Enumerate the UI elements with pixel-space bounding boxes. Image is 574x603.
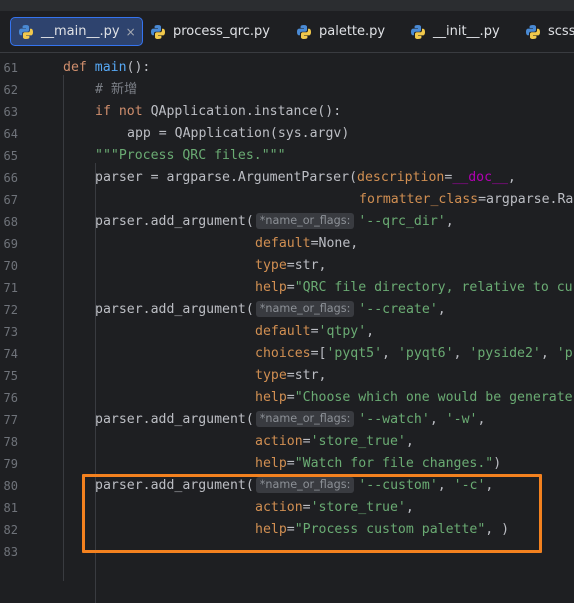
line-code: parser.add_argument(*name_or_flags: '--cr…: [95, 301, 446, 317]
line-number: 65: [3, 149, 18, 163]
code-line-71: 71 help="QRC file directory, relative to…: [0, 277, 574, 299]
line-code: formatter_class=argparse.Ra: [359, 192, 574, 207]
code-line-79: 79 help="Watch for file changes."): [0, 453, 574, 475]
line-code: help="Choose which one would be generate: [255, 390, 573, 405]
code-line-77: 77 parser.add_argument(*name_or_flags: '-…: [0, 409, 574, 431]
python-file-icon: [526, 24, 540, 39]
line-code: parser.add_argument(*name_or_flags: '--wa…: [95, 411, 486, 427]
line-number: 69: [3, 237, 18, 251]
line-code: help="Watch for file changes."): [255, 456, 502, 471]
editor-tab-bar: __main__.py × process_qrc.py palette.py …: [0, 11, 574, 53]
line-code: type=str,: [255, 258, 327, 273]
line-number: 66: [3, 171, 18, 185]
code-line-68: 68 parser.add_argument(*name_or_flags: '-…: [0, 211, 574, 233]
line-code: parser = argparse.ArgumentParser(descrip…: [95, 170, 516, 185]
parameter-hint: *name_or_flags:: [255, 213, 355, 229]
line-number: 79: [3, 457, 18, 471]
parameter-hint: *name_or_flags:: [255, 411, 355, 427]
tab-label: scss.: [548, 24, 574, 39]
line-number: 64: [3, 127, 18, 141]
python-file-icon: [19, 24, 33, 39]
line-number: 68: [3, 215, 18, 229]
line-number: 74: [3, 347, 18, 361]
line-code: action='store_true',: [255, 434, 414, 449]
code-line-69: 69 default=None,: [0, 233, 574, 255]
line-number: 70: [3, 259, 18, 273]
line-number: 76: [3, 391, 18, 405]
tab-scss[interactable]: scss.: [525, 17, 574, 46]
annotation-highlight-box: [82, 474, 542, 553]
line-number: 67: [3, 193, 18, 207]
line-number: 71: [3, 281, 18, 295]
line-number: 82: [3, 523, 18, 537]
line-code: def main():: [63, 60, 151, 75]
code-line-78: 78 action='store_true',: [0, 431, 574, 453]
code-line-76: 76 help="Choose which one would be gener…: [0, 387, 574, 409]
tab-main-py[interactable]: __main__.py ×: [10, 17, 143, 46]
tab-palette-py[interactable]: palette.py: [296, 17, 385, 46]
python-file-icon: [297, 24, 311, 39]
line-code: # 新增: [95, 82, 138, 97]
tab-init-py[interactable]: __init__.py: [410, 17, 500, 46]
parameter-hint: *name_or_flags:: [255, 301, 355, 317]
line-number: 81: [3, 501, 18, 515]
line-number: 62: [3, 83, 18, 97]
code-line-62: 62 # 新增: [0, 79, 574, 101]
tab-label: process_qrc.py: [173, 24, 270, 39]
python-file-icon: [151, 24, 165, 39]
line-code: default='qtpy',: [255, 324, 375, 339]
line-number: 73: [3, 325, 18, 339]
code-line-73: 73 default='qtpy',: [0, 321, 574, 343]
python-file-icon: [411, 24, 425, 39]
close-tab-icon[interactable]: ×: [126, 25, 136, 39]
line-code: type=str,: [255, 368, 327, 383]
line-number: 72: [3, 303, 18, 317]
code-line-64: 64 app = QApplication(sys.argv): [0, 123, 574, 145]
line-code: parser.add_argument(*name_or_flags: '--qr…: [95, 213, 454, 229]
code-line-74: 74 choices=['pyqt5', 'pyqt6', 'pyside2',…: [0, 343, 574, 365]
line-number: 78: [3, 435, 18, 449]
code-line-72: 72 parser.add_argument(*name_or_flags: '-…: [0, 299, 574, 321]
line-code: choices=['pyqt5', 'pyqt6', 'pyside2', 'p: [255, 346, 573, 361]
line-number: 77: [3, 413, 18, 427]
tab-process-qrc-py[interactable]: process_qrc.py: [150, 17, 270, 46]
code-line-75: 75 type=str,: [0, 365, 574, 387]
line-code: help="QRC file directory, relative to cu: [255, 280, 573, 295]
window-top-strip: [0, 0, 574, 11]
tab-label: palette.py: [319, 24, 386, 39]
line-code: app = QApplication(sys.argv): [127, 126, 350, 141]
code-line-61: 61 def main():: [0, 57, 574, 79]
line-number: 75: [3, 369, 18, 383]
code-line-63: 63 if not QApplication.instance():: [0, 101, 574, 123]
code-line-67: 67 formatter_class=argparse.Ra: [0, 189, 574, 211]
code-line-70: 70 type=str,: [0, 255, 574, 277]
tab-label: __main__.py: [41, 24, 120, 39]
line-number: 61: [3, 61, 18, 75]
line-number: 80: [3, 479, 18, 493]
line-number: 83: [3, 545, 18, 559]
code-line-66: 66 parser = argparse.ArgumentParser(desc…: [0, 167, 574, 189]
tab-label: __init__.py: [433, 24, 500, 39]
code-line-65: 65 """Process QRC files.""": [0, 145, 574, 167]
line-code: default=None,: [255, 236, 359, 251]
line-number: 63: [3, 105, 18, 119]
line-code: """Process QRC files.""": [95, 148, 286, 163]
line-code: if not QApplication.instance():: [95, 104, 342, 119]
